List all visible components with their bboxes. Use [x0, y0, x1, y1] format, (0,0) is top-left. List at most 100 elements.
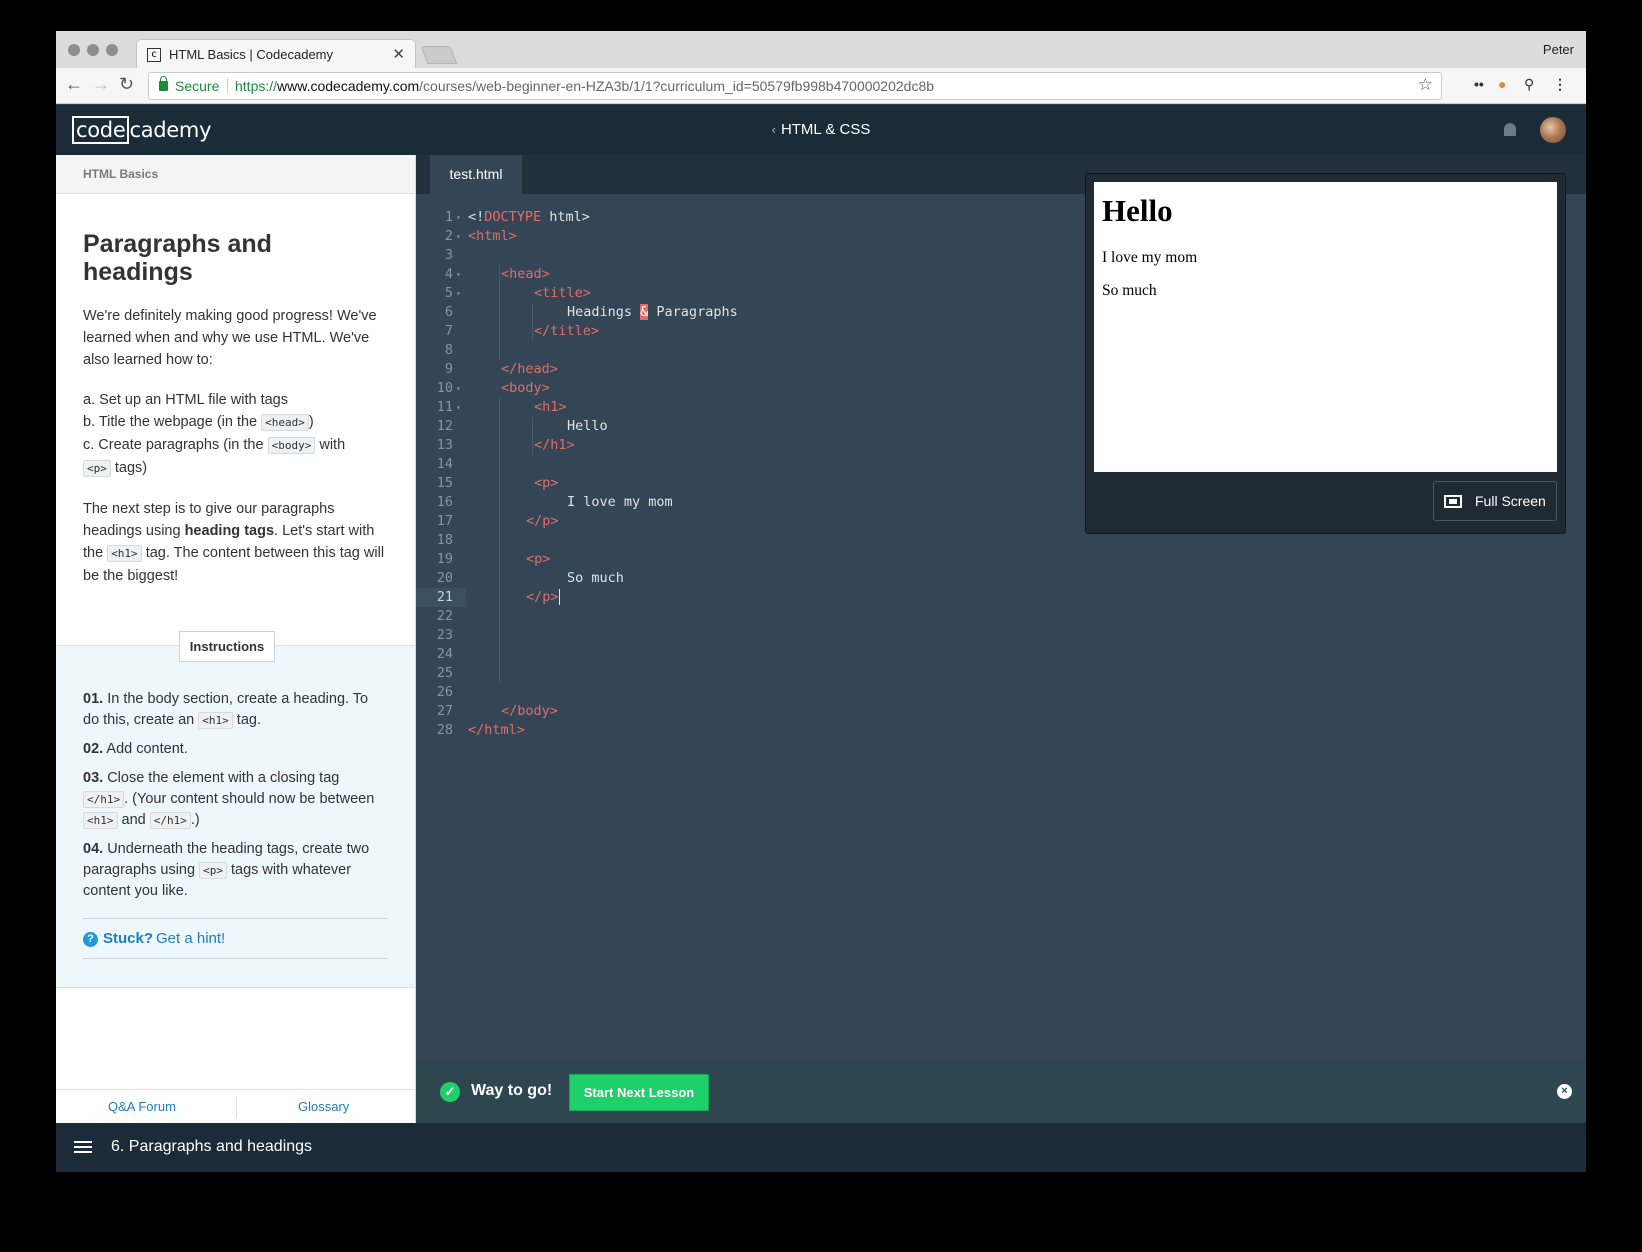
close-window-icon[interactable]: [68, 44, 80, 56]
fold-arrow-icon[interactable]: ▾: [456, 227, 461, 246]
code-text: I love my mom: [567, 494, 673, 510]
lesson-footer: Q&A Forum Glossary: [56, 1089, 415, 1123]
extension-dots-icon[interactable]: ••: [1474, 76, 1484, 92]
app-header: code cademy ‹ HTML & CSS: [56, 105, 1586, 155]
line-number: 3: [444, 247, 453, 263]
line-number: 22: [436, 608, 453, 624]
code-line: 23: [416, 626, 1586, 645]
new-tab-button[interactable]: [420, 46, 458, 64]
fullscreen-icon: [1444, 495, 1462, 508]
code-text: <h1>: [534, 399, 567, 415]
code-text: <body>: [501, 380, 550, 396]
code-text: </html>: [468, 722, 525, 738]
line-number: 6: [444, 304, 453, 320]
code-text: </p>: [526, 513, 559, 529]
full-screen-button[interactable]: Full Screen: [1433, 481, 1557, 521]
glossary-link[interactable]: Glossary: [298, 1099, 349, 1114]
zoom-window-icon[interactable]: [106, 44, 118, 56]
code-text: <p>: [534, 475, 559, 491]
fold-arrow-icon[interactable]: ▾: [456, 208, 461, 227]
line-number: 2: [444, 228, 453, 244]
code-line: 25: [416, 664, 1586, 683]
qa-forum-link[interactable]: Q&A Forum: [108, 1099, 176, 1114]
line-number: 8: [444, 342, 453, 358]
hint-box[interactable]: ? Stuck? Get a hint!: [83, 918, 388, 959]
code-token: DOCTYPE: [484, 209, 542, 225]
line-number: 7: [444, 323, 453, 339]
instruction-item: 04. Underneath the heading tags, create …: [83, 839, 388, 902]
line-number: 17: [436, 513, 453, 529]
code-token: Paragraphs: [648, 304, 738, 320]
code-token: html>: [541, 209, 590, 225]
close-h1-code: </h1>: [83, 791, 125, 808]
fold-arrow-icon[interactable]: ▾: [456, 379, 461, 398]
instructions-section: Instructions 01. In the body section, cr…: [56, 631, 415, 988]
extension-pin-icon[interactable]: ⚲: [1524, 76, 1534, 93]
line-number: 26: [436, 684, 453, 700]
step-c-mid: with: [315, 437, 346, 453]
code-line: 20 So much: [416, 569, 1586, 588]
text-cursor: [558, 589, 560, 605]
code-text: </head>: [501, 361, 558, 377]
fold-arrow-icon[interactable]: ▾: [456, 265, 461, 284]
step-c: c. Create paragraphs (in the: [83, 437, 268, 453]
browser-tab-bar: c HTML Basics | Codecademy ✕ Peter: [56, 31, 1586, 69]
instruction-text: tag.: [232, 712, 261, 728]
instructions-label: Instructions: [179, 631, 275, 662]
h1-code: <h1>: [198, 712, 233, 729]
avatar[interactable]: [1540, 117, 1566, 143]
line-number: 18: [436, 532, 453, 548]
line-number: 15: [436, 475, 453, 491]
code-line-active: 21 </p>: [416, 588, 560, 607]
course-title[interactable]: ‹ HTML & CSS: [56, 121, 1586, 138]
instruction-item: 02. Add content.: [83, 739, 388, 760]
close-icon[interactable]: ×: [1557, 1084, 1572, 1099]
browser-tab[interactable]: c HTML Basics | Codecademy ✕: [136, 39, 416, 69]
current-lesson-name[interactable]: 6. Paragraphs and headings: [111, 1138, 312, 1156]
step-b: b. Title the webpage (in the: [83, 414, 262, 430]
lock-icon: [159, 76, 168, 91]
code-text: </body>: [501, 703, 558, 719]
codecademy-favicon-icon: c: [147, 48, 161, 62]
hamburger-menu-icon[interactable]: [74, 1141, 92, 1143]
forward-arrow-icon[interactable]: →: [92, 74, 110, 95]
file-tab[interactable]: test.html: [430, 155, 522, 194]
code-text: Hello: [567, 418, 608, 434]
browser-menu-icon[interactable]: ⋮: [1553, 76, 1567, 93]
h1-code: <h1>: [83, 812, 118, 829]
line-number: 13: [436, 437, 453, 453]
preview-heading: Hello: [1102, 193, 1173, 228]
lesson-intro: We're definitely making good progress! W…: [83, 308, 377, 368]
get-hint-link[interactable]: Get a hint!: [156, 930, 225, 947]
fold-arrow-icon[interactable]: ▾: [456, 398, 461, 417]
stuck-label: Stuck?: [103, 930, 154, 947]
success-message: Way to go!: [471, 1082, 553, 1099]
reload-icon[interactable]: ↻: [119, 74, 134, 95]
extension-cat-icon[interactable]: ●: [1498, 76, 1506, 92]
minimize-window-icon[interactable]: [87, 44, 99, 56]
preview-pane: Hello I love my mom So much Full Screen: [1085, 173, 1566, 534]
lesson-section: HTML Basics: [56, 155, 415, 194]
line-number: 12: [436, 418, 453, 434]
notification-bell-icon[interactable]: [1504, 123, 1516, 136]
profile-name[interactable]: Peter: [1543, 42, 1574, 57]
lesson-panel: HTML Basics Paragraphs and headings We'r…: [56, 155, 416, 1123]
preview-page: Hello I love my mom So much: [1094, 182, 1557, 472]
lesson-next: The next step is to give our paragraphs …: [83, 498, 388, 587]
secure-label: Secure: [175, 78, 220, 94]
line-number: 25: [436, 665, 453, 681]
line-number: 11: [436, 399, 453, 415]
tab-close-icon[interactable]: ✕: [392, 45, 405, 63]
back-arrow-icon[interactable]: ←: [65, 74, 83, 95]
bookmark-star-icon[interactable]: ☆: [1418, 75, 1433, 95]
start-next-lesson-button[interactable]: Start Next Lesson: [569, 1074, 709, 1111]
code-text: </p>: [526, 588, 560, 607]
help-icon: ?: [83, 932, 98, 947]
lesson-steps: a. Set up an HTML file with tags b. Titl…: [83, 389, 388, 480]
url-text[interactable]: https://www.codecademy.com/courses/web-b…: [235, 78, 934, 94]
line-number: 21: [436, 589, 453, 605]
body-code: <body>: [267, 437, 316, 454]
address-bar[interactable]: Secure https://www.codecademy.com/course…: [148, 72, 1442, 100]
url-path: /courses/web-beginner-en-HZA3b/1/1?curri…: [419, 78, 935, 94]
fold-arrow-icon[interactable]: ▾: [456, 284, 461, 303]
